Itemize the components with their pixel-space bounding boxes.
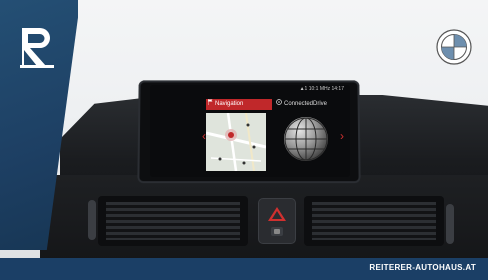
connected-drive-icon [276,99,282,110]
idrive-display: ▲1 10:1 MHz 14:17 Navigation ConnectedDr… [150,85,350,177]
vent-wheel-right[interactable] [446,204,454,244]
tab-connecteddrive-label: ConnectedDrive [284,101,328,107]
dealer-website[interactable]: REITERER-AUTOHAUS.AT [369,263,476,272]
dealer-logo [18,26,58,70]
vent-slats-left [106,202,240,240]
tab-navigation[interactable]: Navigation [206,99,272,110]
vent-slats-right [312,202,436,240]
tab-navigation-label: Navigation [215,101,244,107]
photo-scene: ▲1 10:1 MHz 14:17 Navigation ConnectedDr… [0,0,488,280]
hazard-button[interactable] [258,198,296,244]
scroll-right-arrow-icon[interactable]: › [340,129,344,143]
globe-icon [284,117,328,161]
navigation-map-preview[interactable] [206,113,266,171]
air-vent-left [98,196,248,246]
bmw-logo [436,29,472,65]
status-bar: ▲1 10:1 MHz 14:17 [299,86,344,92]
vent-wheel-left[interactable] [88,200,96,240]
tab-connecteddrive[interactable]: ConnectedDrive [276,99,336,110]
navigation-flag-icon [207,99,213,110]
air-vent-right [304,196,444,246]
